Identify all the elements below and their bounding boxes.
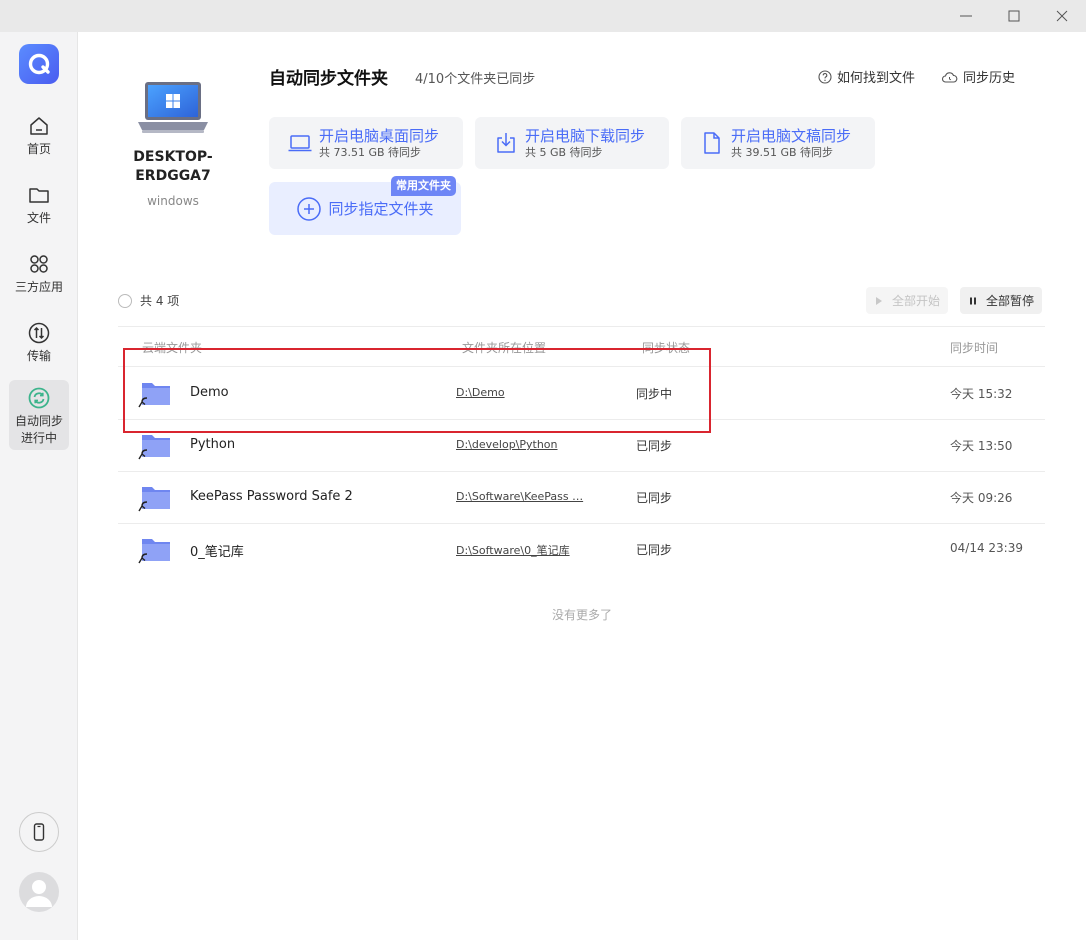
title-bar — [0, 0, 1086, 32]
transfer-icon — [28, 322, 50, 344]
avatar-icon — [26, 880, 52, 907]
how-to-find-files-label: 如何找到文件 — [837, 71, 916, 86]
close-icon — [1056, 10, 1068, 22]
download-sync-title: 开启电脑下载同步 — [525, 127, 646, 145]
nav-auto-sync-label-line2: 进行中 — [20, 431, 57, 445]
folder-path-link[interactable]: D:\Demo — [456, 386, 586, 399]
sync-status: 同步中 — [636, 387, 673, 401]
page-title: 自动同步文件夹 — [269, 69, 388, 89]
item-count: 共 4 项 — [140, 294, 180, 308]
sidebar: 首页 文件 三方应用 传输 自动同步 进行中 — [0, 32, 78, 940]
table-row[interactable]: Python D:\develop\Python 已同步 今天 13:50 — [118, 419, 1045, 471]
nav-files-label: 文件 — [26, 211, 51, 225]
column-header-location[interactable]: 文件夹所在位置 — [462, 339, 546, 356]
cloud-history-icon — [942, 71, 958, 83]
select-all-radio[interactable] — [118, 293, 132, 308]
nav-auto-sync-label: 自动同步 进行中 — [15, 413, 63, 447]
download-icon — [497, 133, 515, 153]
device-name-line2: ERDGGA7 — [135, 168, 211, 184]
no-more-items: 没有更多了 — [551, 608, 612, 622]
folder-path-link[interactable]: D:\Software\0_笔记库 — [456, 542, 586, 558]
sync-time: 今天 13:50 — [950, 439, 1013, 453]
apps-grid-icon — [30, 255, 48, 273]
sync-custom-folder-label: 同步指定文件夹 — [328, 200, 434, 218]
header-divider — [118, 326, 1045, 327]
sync-progress-text: 4/10个文件夹已同步 — [415, 72, 536, 87]
folder-path-link[interactable]: D:\Software\KeePass … — [456, 490, 586, 503]
start-all-button[interactable]: 全部开始 — [866, 287, 949, 314]
pause-icon — [970, 297, 976, 304]
folder-name: Demo — [190, 385, 229, 400]
laptop-icon — [288, 135, 312, 152]
maximize-button[interactable] — [990, 0, 1038, 32]
nav-home[interactable]: 首页 — [9, 108, 69, 158]
phone-icon — [33, 823, 45, 841]
document-icon — [704, 132, 720, 154]
select-all[interactable]: 共 4 项 — [118, 292, 179, 309]
nav-third-party-apps-label: 三方应用 — [14, 280, 63, 294]
common-folder-badge: 常用文件夹 — [391, 176, 456, 196]
nav-home-label: 首页 — [26, 142, 51, 156]
sync-status: 已同步 — [636, 543, 673, 557]
table-row[interactable]: KeePass Password Safe 2 D:\Software\KeeP… — [118, 471, 1045, 523]
device-os: windows — [147, 194, 199, 208]
device-name: DESKTOP- ERDGGA7 — [118, 148, 228, 186]
folder-name: 0_笔记库 — [190, 545, 244, 560]
device-info: DESKTOP- ERDGGA7 windows — [118, 80, 228, 208]
column-header-status[interactable]: 同步状态 — [642, 339, 690, 356]
download-sync-size: 共 5 GB 待同步 — [525, 146, 603, 159]
sync-time: 今天 09:26 — [950, 491, 1013, 505]
device-name-line1: DESKTOP- — [133, 149, 213, 165]
minimize-icon — [960, 15, 972, 17]
nav-transfer[interactable]: 传输 — [9, 315, 69, 365]
synced-folder-icon — [138, 435, 170, 460]
start-all-label: 全部开始 — [892, 294, 941, 308]
nav-auto-sync[interactable]: 自动同步 进行中 — [9, 380, 69, 450]
minimize-button[interactable] — [942, 0, 990, 32]
sync-time: 今天 15:32 — [950, 387, 1013, 401]
column-header-time[interactable]: 同步时间 — [950, 339, 998, 356]
nav-auto-sync-label-line1: 自动同步 — [14, 414, 63, 428]
table-row[interactable]: Demo D:\Demo 同步中 今天 15:32 — [118, 367, 1045, 419]
table-row[interactable]: 0_笔记库 D:\Software\0_笔记库 已同步 04/14 23:39 — [118, 523, 1045, 575]
nav-third-party-apps[interactable]: 三方应用 — [9, 246, 69, 296]
sync-history-link[interactable]: 同步历史 — [941, 67, 1015, 86]
nav-files[interactable]: 文件 — [9, 177, 69, 227]
help-circle-icon — [818, 69, 832, 84]
sync-time: 04/14 23:39 — [950, 541, 1023, 555]
documents-sync-card[interactable]: 开启电脑文稿同步 共 39.51 GB 待同步 — [681, 117, 875, 169]
sync-status: 已同步 — [636, 491, 673, 505]
close-button[interactable] — [1038, 0, 1086, 32]
synced-folder-icon — [138, 487, 170, 512]
sync-history-label: 同步历史 — [963, 71, 1016, 86]
avatar[interactable] — [19, 872, 59, 912]
play-icon — [876, 296, 882, 305]
app-logo[interactable] — [19, 44, 59, 84]
nav-transfer-label: 传输 — [26, 349, 51, 363]
pause-all-button[interactable]: 全部暂停 — [960, 287, 1043, 314]
pause-all-label: 全部暂停 — [986, 294, 1035, 308]
synced-folder-icon — [138, 539, 170, 564]
maximize-icon — [1008, 10, 1020, 22]
documents-sync-title: 开启电脑文稿同步 — [731, 127, 852, 145]
how-to-find-files-link[interactable]: 如何找到文件 — [818, 67, 915, 86]
desktop-sync-size: 共 73.51 GB 待同步 — [319, 146, 422, 159]
folder-path-link[interactable]: D:\develop\Python — [456, 438, 586, 451]
cloud-logo-icon — [28, 53, 50, 75]
laptop-windows-icon — [138, 82, 208, 133]
column-header-name[interactable]: 云端文件夹 — [142, 339, 202, 356]
folder-name: KeePass Password Safe 2 — [190, 489, 353, 504]
phone-button[interactable] — [19, 812, 59, 852]
sync-status: 已同步 — [636, 439, 673, 453]
download-sync-card[interactable]: 开启电脑下载同步 共 5 GB 待同步 — [475, 117, 669, 169]
plus-circle-icon — [297, 196, 322, 221]
desktop-sync-card[interactable]: 开启电脑桌面同步 共 73.51 GB 待同步 — [269, 117, 463, 169]
folder-icon — [29, 188, 49, 203]
synced-folder-icon — [138, 383, 170, 408]
home-icon — [30, 117, 48, 135]
folder-name: Python — [190, 437, 236, 452]
desktop-sync-title: 开启电脑桌面同步 — [319, 127, 440, 145]
sync-icon — [28, 387, 50, 409]
documents-sync-size: 共 39.51 GB 待同步 — [731, 146, 834, 159]
